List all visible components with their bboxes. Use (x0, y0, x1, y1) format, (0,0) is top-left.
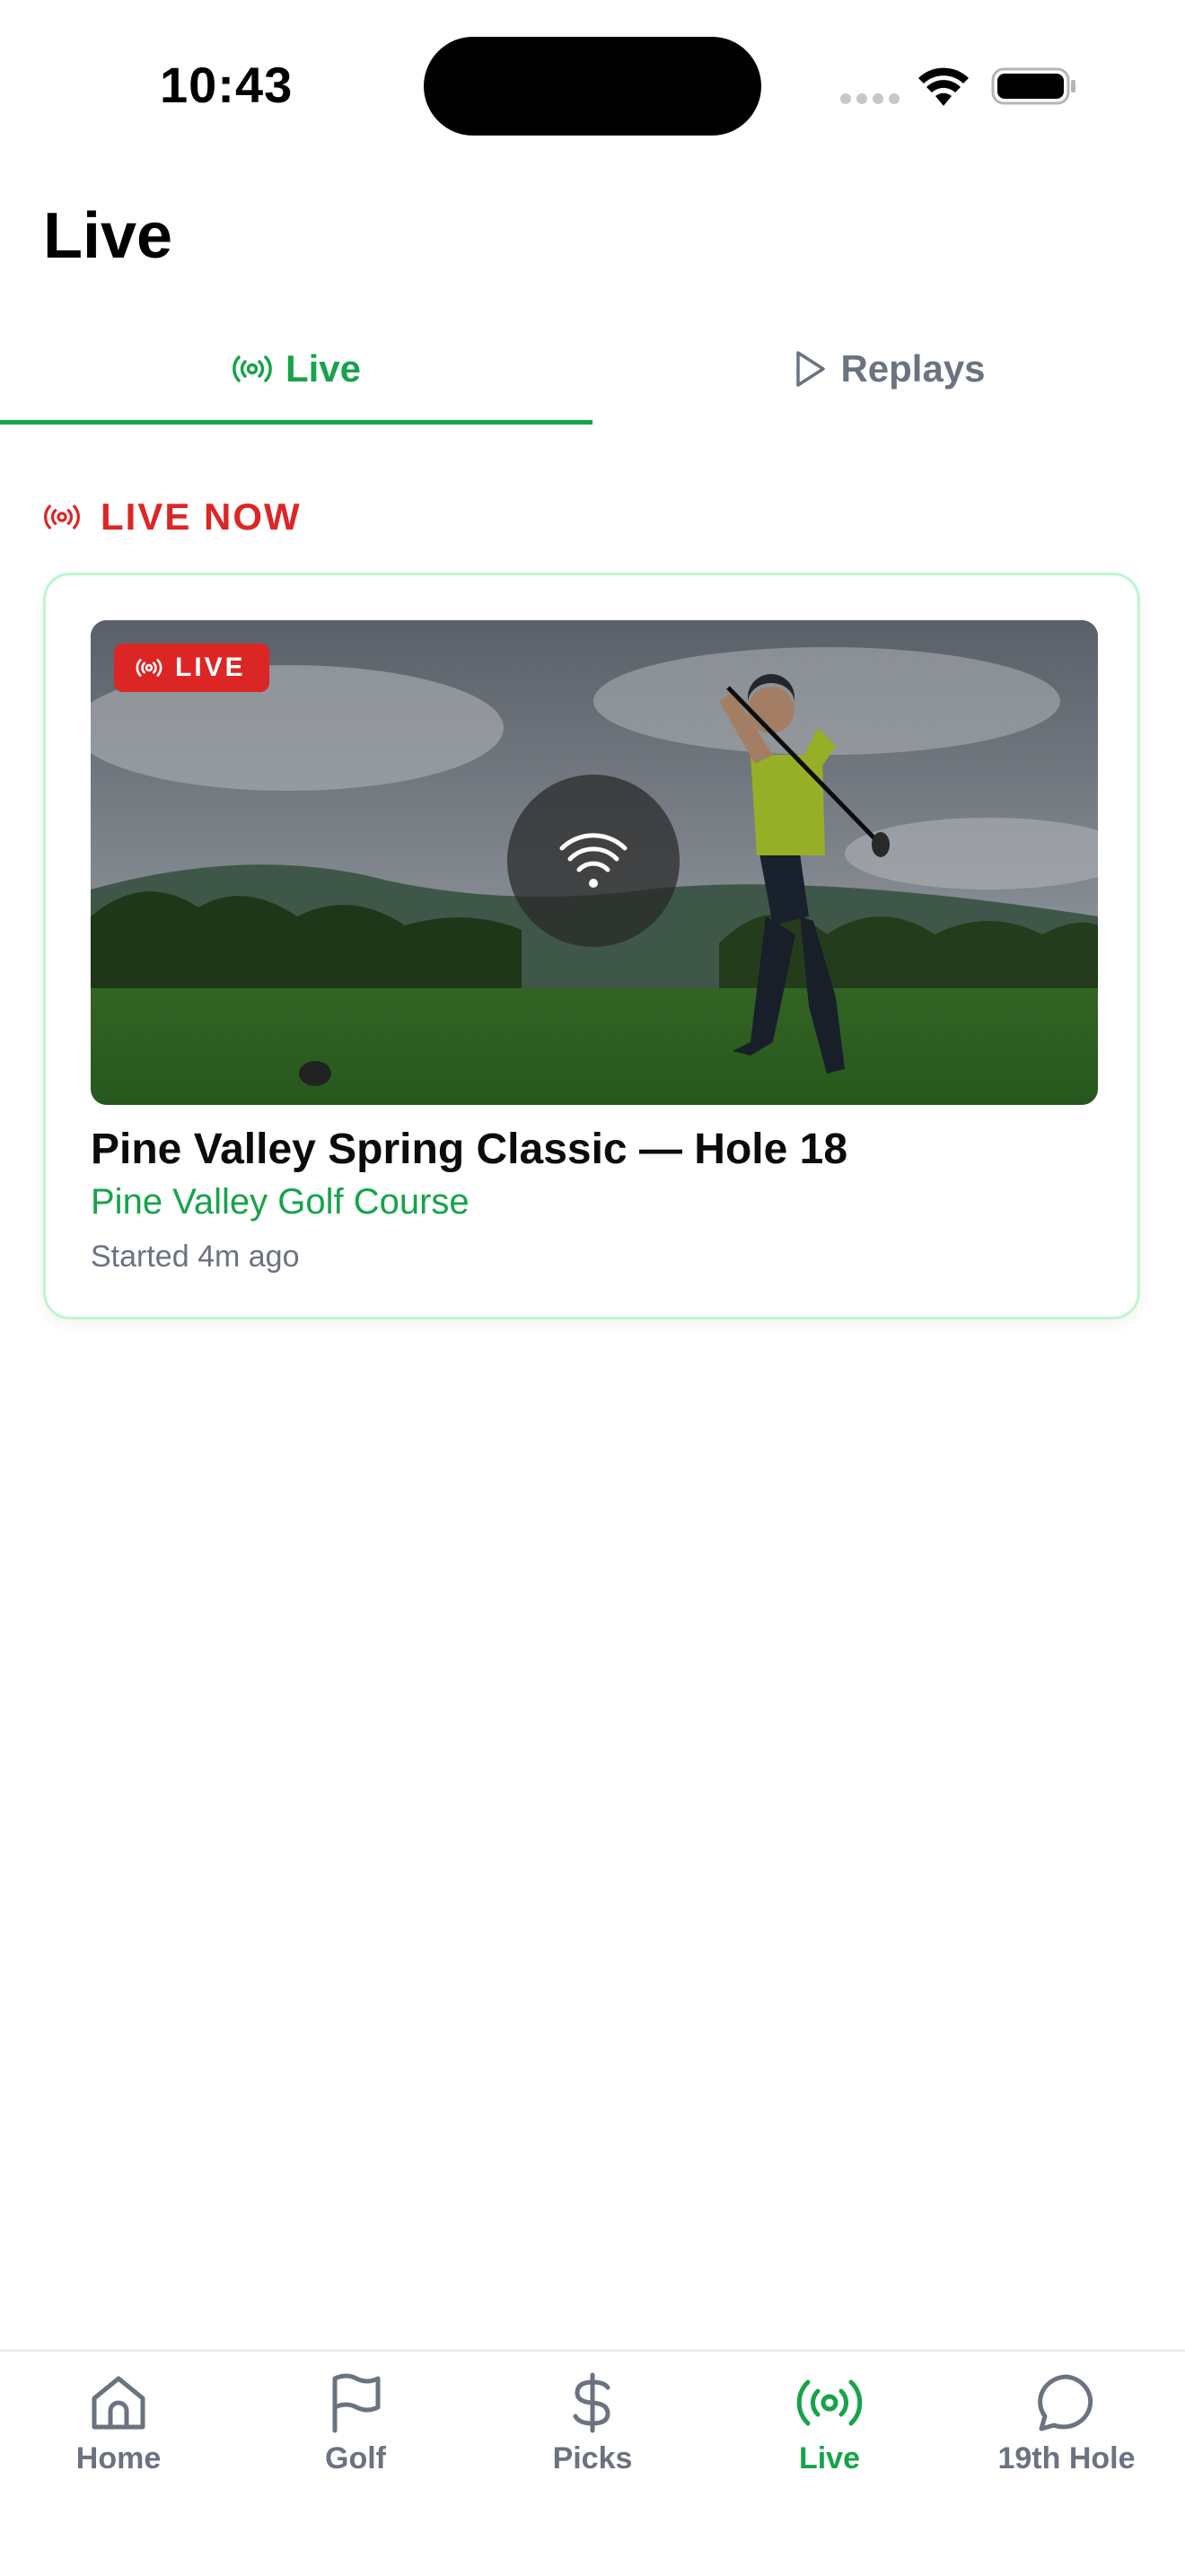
home-icon (92, 2376, 145, 2430)
nav-picks[interactable]: Picks (474, 2371, 711, 2488)
wifi-stream-icon (559, 833, 628, 888)
broadcast-icon (44, 504, 80, 530)
status-time: 10:43 (160, 57, 294, 113)
broadcast-icon (233, 355, 272, 382)
dollar-icon (573, 2372, 610, 2433)
live-badge-label: LIVE (175, 653, 246, 682)
stream-title: Pine Valley Spring Classic — Hole 18 (91, 1126, 848, 1173)
wifi-icon (918, 67, 969, 106)
bottom-nav: Home Golf Picks Live 19th Hole (0, 2350, 1185, 2576)
battery-icon (991, 67, 1075, 105)
live-badge: LIVE (114, 644, 269, 692)
cellular-signal-icon (840, 93, 901, 106)
dynamic-island (424, 37, 761, 136)
stream-course: Pine Valley Golf Course (91, 1182, 470, 1222)
tab-replays[interactable]: Replays (592, 314, 1185, 424)
tab-live-label: Live (285, 347, 362, 390)
nav-19th-hole[interactable]: 19th Hole (948, 2371, 1185, 2488)
chat-bubble-icon (1038, 2374, 1093, 2431)
status-bar: 10:43 (0, 0, 1185, 171)
play-icon (796, 351, 826, 387)
tab-bar: Live Replays (0, 314, 1185, 427)
tab-live[interactable]: Live (0, 314, 592, 424)
active-tab-indicator (0, 420, 592, 425)
stream-start-time: Started 4m ago (91, 1240, 300, 1274)
tab-replays-label: Replays (840, 347, 986, 390)
nav-home-label: Home (75, 2441, 162, 2475)
broadcast-icon (796, 2379, 863, 2426)
live-now-label: LIVE NOW (101, 495, 302, 538)
nav-golf-label: Golf (325, 2441, 386, 2475)
stream-thumbnail[interactable]: LIVE (91, 620, 1098, 1105)
watch-stream-button[interactable] (507, 775, 680, 947)
flag-icon (332, 2373, 381, 2433)
live-now-heading: LIVE NOW (43, 492, 302, 542)
nav-live-label: Live (798, 2441, 861, 2475)
live-stream-card[interactable]: LIVE Pine Valley Spring Classic — Hole 1… (43, 573, 1140, 1319)
nav-home[interactable]: Home (0, 2371, 237, 2488)
broadcast-icon (136, 659, 162, 677)
nav-golf[interactable]: Golf (237, 2371, 474, 2488)
nav-live[interactable]: Live (711, 2371, 948, 2488)
nav-19th-hole-label: 19th Hole (997, 2441, 1136, 2475)
page-title: Live (43, 200, 173, 272)
nav-picks-label: Picks (552, 2441, 633, 2475)
